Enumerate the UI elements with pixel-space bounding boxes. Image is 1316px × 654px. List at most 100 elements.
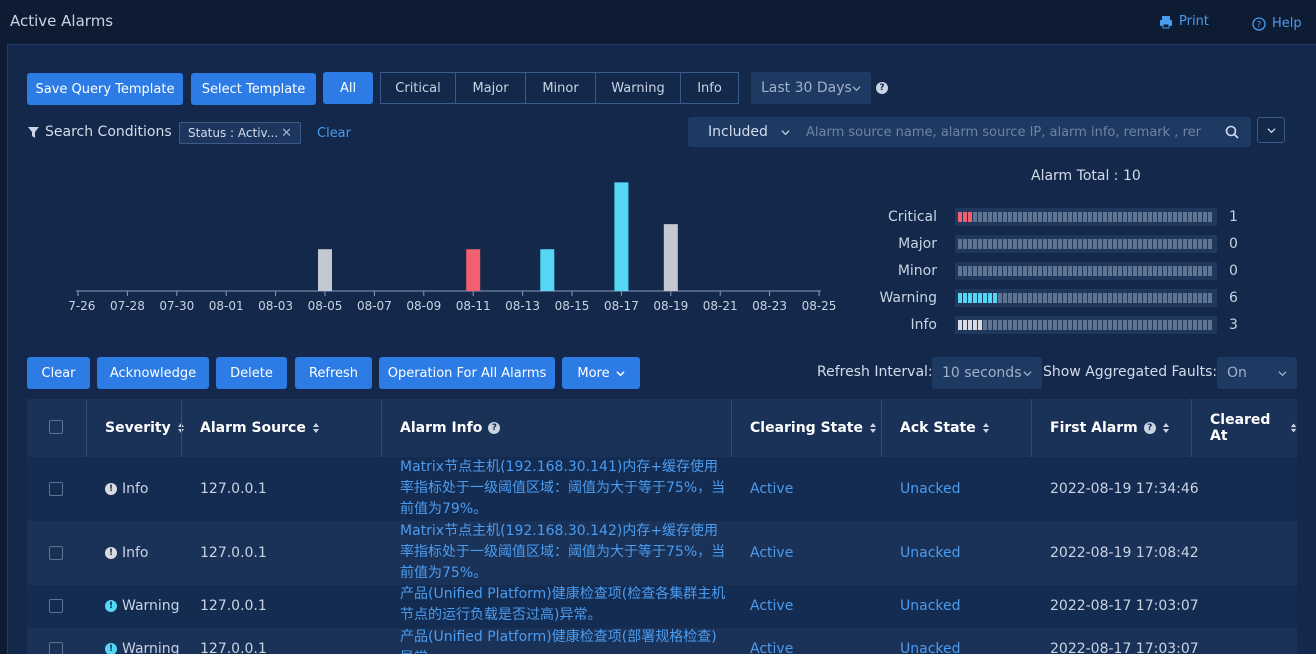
summary-bar-cell	[968, 239, 972, 249]
summary-bar-cell	[1148, 239, 1152, 249]
summary-bar-cell	[1053, 266, 1057, 276]
summary-bar-cell	[1123, 320, 1127, 330]
operation-all-alarms-button[interactable]: Operation For All Alarms	[379, 357, 555, 389]
search-mode-select[interactable]: Included	[688, 124, 800, 140]
summary-bar-cell	[1023, 320, 1027, 330]
severity-warning-button[interactable]: Warning	[595, 72, 681, 104]
clearing-state-link[interactable]: Active	[750, 640, 793, 654]
row-checkbox[interactable]	[49, 482, 63, 496]
column-header-label: Cleared At	[1210, 412, 1271, 444]
summary-bar-cell	[1093, 320, 1097, 330]
help-link[interactable]: ? Help	[1252, 16, 1302, 31]
severity-critical-button[interactable]: Critical	[380, 72, 456, 104]
select-all-checkbox[interactable]	[49, 420, 63, 434]
table-row[interactable]: ! Info 127.0.0.1 Matrix节点主机(192.168.30.141)…	[27, 457, 1297, 521]
aggregated-faults-select[interactable]: On	[1217, 357, 1297, 389]
severity-info-button[interactable]: Info	[680, 72, 739, 104]
help-icon[interactable]: ?	[1143, 422, 1156, 434]
save-query-template-button[interactable]: Save Query Template	[27, 73, 183, 105]
summary-bar-cell	[978, 293, 982, 303]
alarm-info-link[interactable]: 产品(Unified Platform)健康检查项(检查各集群主机节点的运行负载…	[400, 584, 730, 626]
severity-all-button[interactable]: All	[323, 72, 373, 104]
search-conditions[interactable]: Search Conditions	[28, 124, 172, 140]
summary-bar-cell	[1118, 239, 1122, 249]
severity-minor-button[interactable]: Minor	[525, 72, 596, 104]
acknowledge-button[interactable]: Acknowledge	[97, 357, 209, 389]
clearing-state-link[interactable]: Active	[750, 480, 793, 498]
summary-bar-cell	[1053, 320, 1057, 330]
status-filter-tag[interactable]: Status : Activ... ✕	[179, 122, 301, 144]
chart-bar	[466, 249, 481, 291]
column-header-clearing-state[interactable]: Clearing State	[750, 399, 877, 457]
summary-bar-cell	[1108, 320, 1112, 330]
printer-icon	[1160, 15, 1172, 28]
summary-bar-cell	[1133, 239, 1137, 249]
column-header-ack-state[interactable]: Ack State	[900, 399, 990, 457]
summary-bar-cell	[1193, 212, 1197, 222]
summary-bar-cell	[1163, 266, 1167, 276]
help-icon[interactable]: ?	[488, 422, 501, 434]
more-button[interactable]: More	[562, 357, 640, 389]
print-link[interactable]: Print	[1159, 14, 1209, 29]
summary-count: 6	[1229, 290, 1238, 306]
delete-button[interactable]: Delete	[216, 357, 287, 389]
summary-bar-cell	[1143, 293, 1147, 303]
column-header-alarm-info[interactable]: Alarm Info ?	[400, 399, 501, 457]
summary-label: Info	[910, 317, 938, 333]
summary-bar-cell	[983, 320, 987, 330]
summary-bar-cell	[1053, 239, 1057, 249]
clearing-state-link[interactable]: Active	[750, 544, 793, 562]
ack-state-link[interactable]: Unacked	[900, 597, 961, 615]
chart-bar	[540, 249, 555, 291]
ack-state-link[interactable]: Unacked	[900, 640, 961, 654]
alarm-info-link[interactable]: 产品(Unified Platform)健康检查项(部署规格检查)异常。	[400, 627, 730, 654]
refresh-button[interactable]: Refresh	[295, 357, 372, 389]
ack-state-link[interactable]: Unacked	[900, 544, 961, 562]
summary-bar-cell	[1153, 266, 1157, 276]
summary-bar-cell	[1048, 320, 1052, 330]
ack-state-link[interactable]: Unacked	[900, 480, 961, 498]
column-header-cleared-at[interactable]: Cleared At	[1210, 399, 1297, 457]
close-icon[interactable]: ✕	[281, 126, 292, 141]
summary-bar-cell	[1138, 293, 1142, 303]
alarm-info-link[interactable]: Matrix节点主机(192.168.30.141)内存+缓存使用率指标处于一级…	[400, 457, 730, 520]
severity-major-button[interactable]: Major	[455, 72, 526, 104]
x-tick-label: 08-07	[357, 299, 392, 313]
alarm-info-link[interactable]: Matrix节点主机(192.168.30.142)内存+缓存使用率指标处于一级…	[400, 521, 730, 584]
summary-bar-cell	[1113, 239, 1117, 249]
time-range-select[interactable]: Last 30 Days	[751, 72, 871, 104]
clear-conditions-link[interactable]: Clear	[317, 126, 351, 141]
severity-info-icon: !	[105, 600, 117, 612]
select-template-button[interactable]: Select Template	[191, 73, 316, 105]
expand-search-button[interactable]	[1257, 117, 1285, 143]
summary-bar-cell	[1083, 212, 1087, 222]
page-title: Active Alarms	[10, 12, 114, 30]
first-alarm-cell: 2022-08-17 17:03:07	[1050, 598, 1199, 614]
column-header-severity[interactable]: Severity	[105, 399, 185, 457]
table-row[interactable]: ! Info 127.0.0.1 Matrix节点主机(192.168.30.142)…	[27, 521, 1297, 585]
row-checkbox[interactable]	[49, 546, 63, 560]
search-input[interactable]	[800, 124, 1225, 140]
row-checkbox[interactable]	[49, 599, 63, 613]
column-header-label: Clearing State	[750, 420, 863, 436]
summary-bar-cell	[1188, 266, 1192, 276]
column-header-first-alarm[interactable]: First Alarm ?	[1050, 399, 1170, 457]
summary-bar-cell	[1018, 266, 1022, 276]
refresh-interval-select[interactable]: 10 seconds	[932, 357, 1042, 389]
column-header-alarm-source[interactable]: Alarm Source	[200, 399, 320, 457]
summary-bar-cell	[1123, 212, 1127, 222]
time-range-help-icon[interactable]: ?	[876, 82, 888, 94]
clear-button[interactable]: Clear	[27, 357, 90, 389]
clearing-state-link[interactable]: Active	[750, 597, 793, 615]
summary-bar-cell	[1098, 212, 1102, 222]
table-row[interactable]: ! Warning 127.0.0.1 产品(Unified Platform)健康检…	[27, 628, 1297, 654]
summary-bar-cell	[973, 212, 977, 222]
summary-bar-cell	[978, 239, 982, 249]
help-circle-icon: ?	[1252, 16, 1266, 31]
search-icon[interactable]	[1225, 125, 1239, 139]
severity-filter-group: Critical Major Minor Warning Info	[380, 72, 739, 104]
table-row[interactable]: ! Warning 127.0.0.1 产品(Unified Platform)健康检…	[27, 585, 1297, 628]
row-checkbox[interactable]	[49, 642, 63, 654]
summary-bar-cell	[958, 320, 962, 330]
summary-bar-cell	[1153, 320, 1157, 330]
